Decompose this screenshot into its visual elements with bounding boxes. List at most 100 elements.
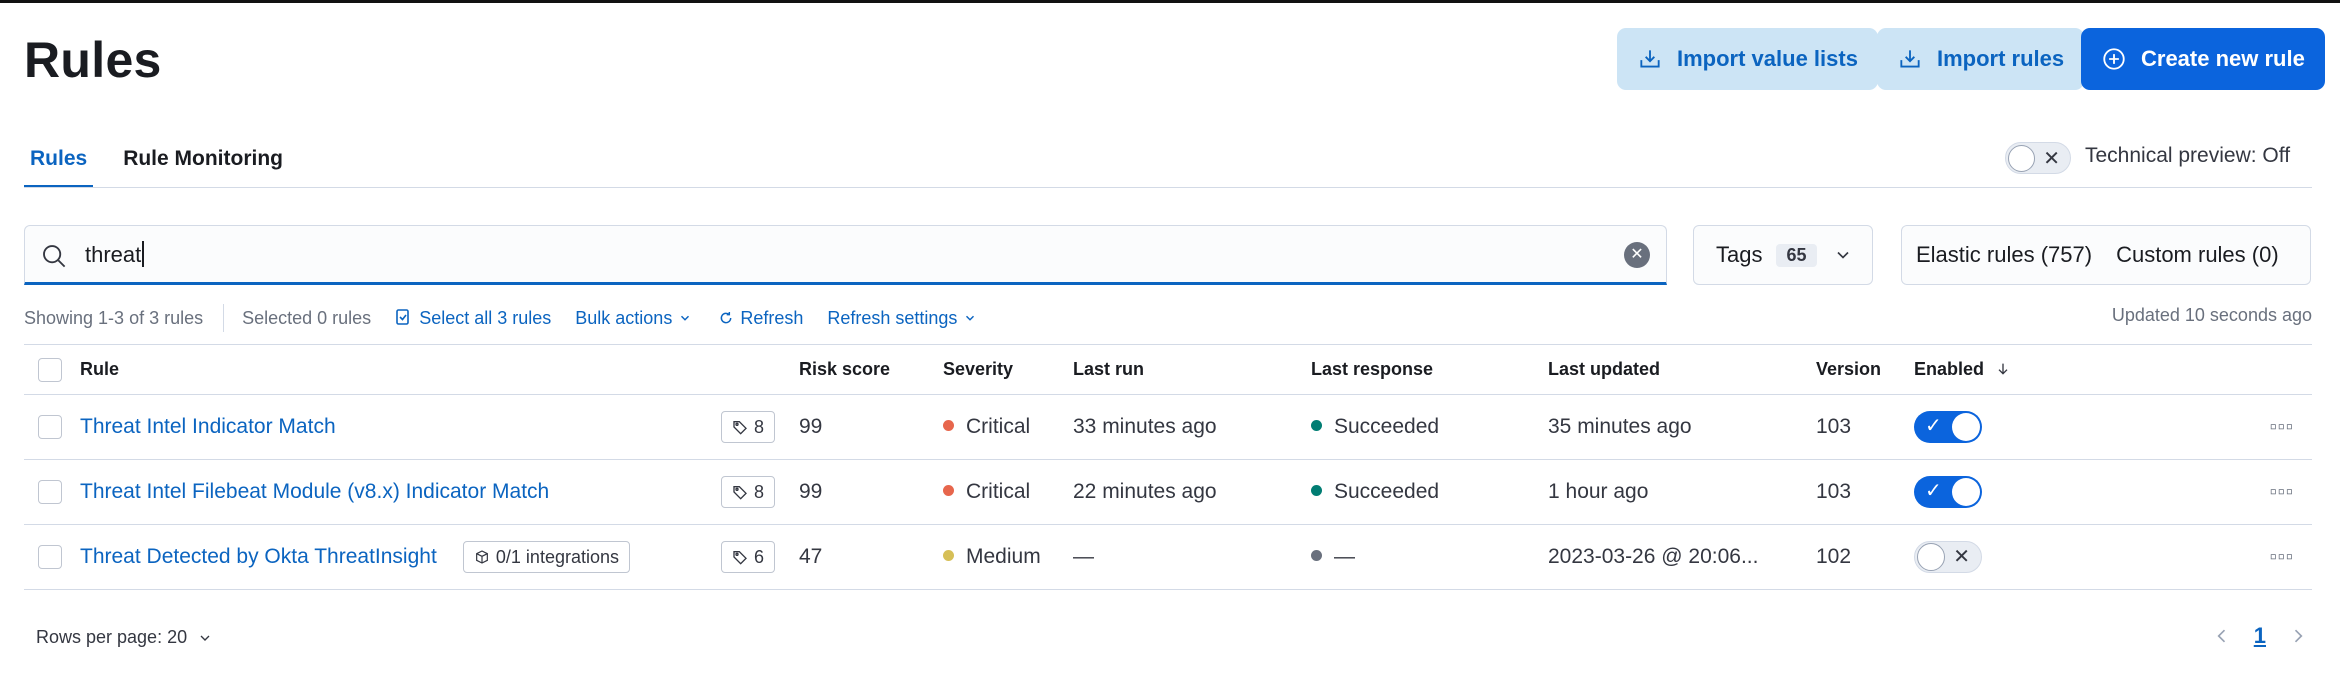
row-checkbox[interactable] xyxy=(38,480,62,505)
last-response-label: Succeeded xyxy=(1334,480,1440,503)
toggle-knob xyxy=(1952,413,1980,441)
bulk-actions-label: Bulk actions xyxy=(575,307,673,328)
chevron-left-icon[interactable] xyxy=(2212,626,2232,646)
rows-per-page-button[interactable]: Rows per page: 20 xyxy=(36,627,213,648)
create-new-rule-button[interactable]: Create new rule xyxy=(2081,28,2325,90)
column-header-risk-score[interactable]: Risk score xyxy=(799,345,943,395)
column-header-severity[interactable]: Severity xyxy=(943,345,1073,395)
select-all-button[interactable]: Select all 3 rules xyxy=(395,308,551,329)
rule-name-link[interactable]: Threat Intel Indicator Match xyxy=(80,415,336,438)
rule-name-link[interactable]: Threat Intel Filebeat Module (v8.x) Indi… xyxy=(80,480,549,503)
import-value-lists-button[interactable]: Import value lists xyxy=(1617,28,1878,90)
refresh-settings-label: Refresh settings xyxy=(827,307,958,328)
page-number-button[interactable]: 1 xyxy=(2254,623,2266,649)
rules-table: Rule Risk score Severity Last run Last r… xyxy=(24,344,2312,590)
elastic-rules-filter[interactable]: Elastic rules (757) xyxy=(1916,242,2092,268)
select-all-icon xyxy=(396,309,409,325)
severity-cell: Critical xyxy=(943,460,1073,525)
version: 103 xyxy=(1816,480,1852,503)
version: 102 xyxy=(1816,545,1852,568)
severity-dot xyxy=(943,550,954,561)
arrow-down-icon xyxy=(1998,363,2008,375)
more-actions-icon[interactable]: ▫▫▫ xyxy=(2270,416,2294,438)
technical-preview-toggle[interactable]: ✕ xyxy=(2005,142,2071,174)
tab-rule-monitoring[interactable]: Rule Monitoring xyxy=(117,143,289,188)
table-row: Threat Detected by Okta ThreatInsight 0/… xyxy=(24,525,2312,590)
tags-badge[interactable]: 6 xyxy=(720,541,775,573)
table-toolbar: Showing 1-3 of 3 rules Selected 0 rules … xyxy=(24,303,977,333)
last-response-label: — xyxy=(1334,545,1355,568)
response-dot xyxy=(1311,485,1322,496)
severity-dot xyxy=(943,420,954,431)
refresh-button[interactable]: Refresh xyxy=(718,308,803,329)
tab-rules[interactable]: Rules xyxy=(24,143,94,188)
severity-dot xyxy=(943,485,954,496)
column-header-enabled[interactable]: Enabled xyxy=(1914,345,2064,395)
chevron-down-icon xyxy=(1836,251,1849,259)
clear-search-icon[interactable]: ✕ xyxy=(1624,242,1650,268)
last-run: 22 minutes ago xyxy=(1073,480,1217,503)
chevron-down-icon xyxy=(200,635,210,641)
integrations-badge[interactable]: 0/1 integrations xyxy=(462,541,630,573)
import-rules-label: Import rules xyxy=(1937,46,2065,71)
column-header-actions xyxy=(2064,345,2312,395)
response-dot xyxy=(1311,550,1322,561)
column-header-last-updated[interactable]: Last updated xyxy=(1548,345,1816,395)
column-header-last-run[interactable]: Last run xyxy=(1073,345,1311,395)
enabled-header-label: Enabled xyxy=(1914,359,1985,379)
column-header-last-response[interactable]: Last response xyxy=(1311,345,1548,395)
bulk-actions-button[interactable]: Bulk actions xyxy=(575,308,692,329)
table-row: Threat Intel Indicator Match 8 99 Critic… xyxy=(24,395,2312,460)
rules-page: Rules Import value lists Import rules Cr… xyxy=(0,0,2340,680)
severity-cell: Medium xyxy=(943,525,1073,590)
refresh-settings-button[interactable]: Refresh settings xyxy=(827,308,977,329)
create-new-rule-label: Create new rule xyxy=(2141,46,2305,71)
risk-score: 99 xyxy=(799,480,823,503)
select-all-label: Select all 3 rules xyxy=(419,307,552,328)
refresh-icon xyxy=(720,312,732,324)
more-actions-icon[interactable]: ▫▫▫ xyxy=(2270,481,2294,503)
check-icon: ✓ xyxy=(1925,480,1942,502)
table-header-row: Rule Risk score Severity Last run Last r… xyxy=(24,344,2312,395)
column-header-version[interactable]: Version xyxy=(1816,345,1914,395)
tag-icon xyxy=(733,486,747,500)
row-checkbox[interactable] xyxy=(38,545,62,570)
risk-score: 99 xyxy=(799,415,823,438)
enabled-toggle[interactable]: ✓ xyxy=(1914,476,1982,508)
row-checkbox[interactable] xyxy=(38,415,62,440)
tags-badge[interactable]: 8 xyxy=(720,476,775,508)
enabled-toggle[interactable]: ✓ xyxy=(1914,411,1982,443)
column-header-rule[interactable]: Rule xyxy=(80,345,624,395)
custom-rules-filter[interactable]: Custom rules (0) xyxy=(2116,242,2279,268)
rule-name-link[interactable]: Threat Detected by Okta ThreatInsight xyxy=(80,545,437,568)
tag-icon xyxy=(733,421,747,435)
tags-filter-button[interactable]: Tags 65 xyxy=(1693,225,1873,285)
showing-count: Showing 1-3 of 3 rules xyxy=(24,307,204,328)
tab-bar: Rules Rule Monitoring xyxy=(24,143,289,188)
last-response-cell: Succeeded xyxy=(1311,395,1548,460)
import-rules-button[interactable]: Import rules xyxy=(1877,28,2085,90)
toggle-knob xyxy=(2008,145,2035,172)
chevron-down-icon xyxy=(966,315,975,321)
select-all-checkbox[interactable] xyxy=(38,357,62,382)
response-dot xyxy=(1311,420,1322,431)
severity-label: Critical xyxy=(966,415,1031,438)
last-response-cell: Succeeded xyxy=(1311,460,1548,525)
search-input[interactable]: threat ✕ xyxy=(24,225,1667,285)
import-value-lists-label: Import value lists xyxy=(1677,46,1858,71)
chevron-right-icon[interactable] xyxy=(2288,626,2308,646)
cross-icon: ✕ xyxy=(1953,546,1970,568)
tags-count: 8 xyxy=(753,481,764,502)
last-updated: 2023-03-26 @ 20:06... xyxy=(1548,545,1759,568)
tags-count: 6 xyxy=(753,546,764,567)
tags-badge[interactable]: 8 xyxy=(720,411,775,443)
toolbar-divider xyxy=(223,304,225,332)
import-icon xyxy=(1640,50,1660,68)
risk-score: 47 xyxy=(799,545,823,568)
toggle-knob xyxy=(1917,543,1945,571)
cross-icon: ✕ xyxy=(2043,148,2060,170)
rows-per-page-label: Rows per page: 20 xyxy=(36,627,188,647)
enabled-toggle[interactable]: ✕ xyxy=(1914,541,1982,573)
chevron-down-icon xyxy=(681,315,690,321)
more-actions-icon[interactable]: ▫▫▫ xyxy=(2270,546,2294,568)
